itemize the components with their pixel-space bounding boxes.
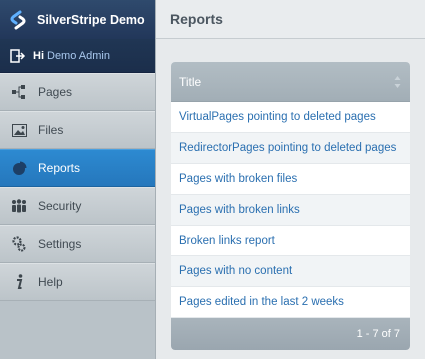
users-icon <box>11 198 27 214</box>
table-row[interactable]: Pages with broken files <box>171 164 410 195</box>
brand-header[interactable]: SilverStripe Demo <box>0 0 155 39</box>
grid-footer: 1 - 7 of 7 <box>171 318 410 351</box>
grid-body: VirtualPages pointing to deleted pages R… <box>171 102 410 319</box>
grid-header[interactable]: Title <box>171 62 410 102</box>
main-menu: Pages Files Reports Security Settings He… <box>0 73 155 301</box>
menu-item-label: Security <box>38 199 82 213</box>
menu-item-reports[interactable]: Reports <box>0 149 155 187</box>
table-row[interactable]: Pages with no content <box>171 256 410 288</box>
table-row[interactable]: VirtualPages pointing to deleted pages <box>171 102 410 133</box>
reports-grid: Title VirtualPages pointing to deleted p… <box>171 62 410 351</box>
gears-icon <box>11 236 27 252</box>
silverstripe-logo-icon <box>10 10 26 29</box>
menu-item-files[interactable]: Files <box>0 111 155 149</box>
menu-item-settings[interactable]: Settings <box>0 225 155 263</box>
info-icon <box>11 274 27 290</box>
pagination-info: 1 - 7 of 7 <box>356 328 400 341</box>
brand-title: SilverStripe Demo <box>37 12 145 27</box>
main-header: Reports <box>156 0 425 39</box>
menu-item-label: Settings <box>38 237 82 251</box>
page-title: Reports <box>170 11 223 27</box>
table-row[interactable]: Pages with broken links <box>171 194 410 226</box>
user-bar: Hi Demo Admin <box>0 39 155 73</box>
pie-chart-icon <box>11 160 27 176</box>
menu-item-security[interactable]: Security <box>0 187 155 225</box>
user-profile-link[interactable]: Demo Admin <box>47 50 110 62</box>
menu-item-help[interactable]: Help <box>0 263 155 301</box>
greeting-text: Hi <box>33 49 44 62</box>
menu-item-label: Pages <box>38 85 73 99</box>
image-icon <box>11 122 27 138</box>
sort-arrows-icon[interactable] <box>394 75 401 89</box>
sidebar: SilverStripe Demo Hi Demo Admin Pages Fi… <box>0 0 155 359</box>
table-row[interactable]: Pages edited in the last 2 weeks <box>171 287 410 319</box>
table-row[interactable]: Broken links report <box>171 226 410 257</box>
menu-item-label: Help <box>38 275 63 289</box>
menu-item-label: Reports <box>38 161 81 175</box>
table-row[interactable]: RedirectorPages pointing to deleted page… <box>171 132 410 164</box>
main-content: Reports Title VirtualPages pointing to d… <box>155 0 425 359</box>
sitetree-icon <box>11 84 27 100</box>
column-title: Title <box>179 74 202 89</box>
logout-icon[interactable] <box>10 48 26 63</box>
menu-item-pages[interactable]: Pages <box>0 73 155 111</box>
menu-item-label: Files <box>38 123 64 137</box>
